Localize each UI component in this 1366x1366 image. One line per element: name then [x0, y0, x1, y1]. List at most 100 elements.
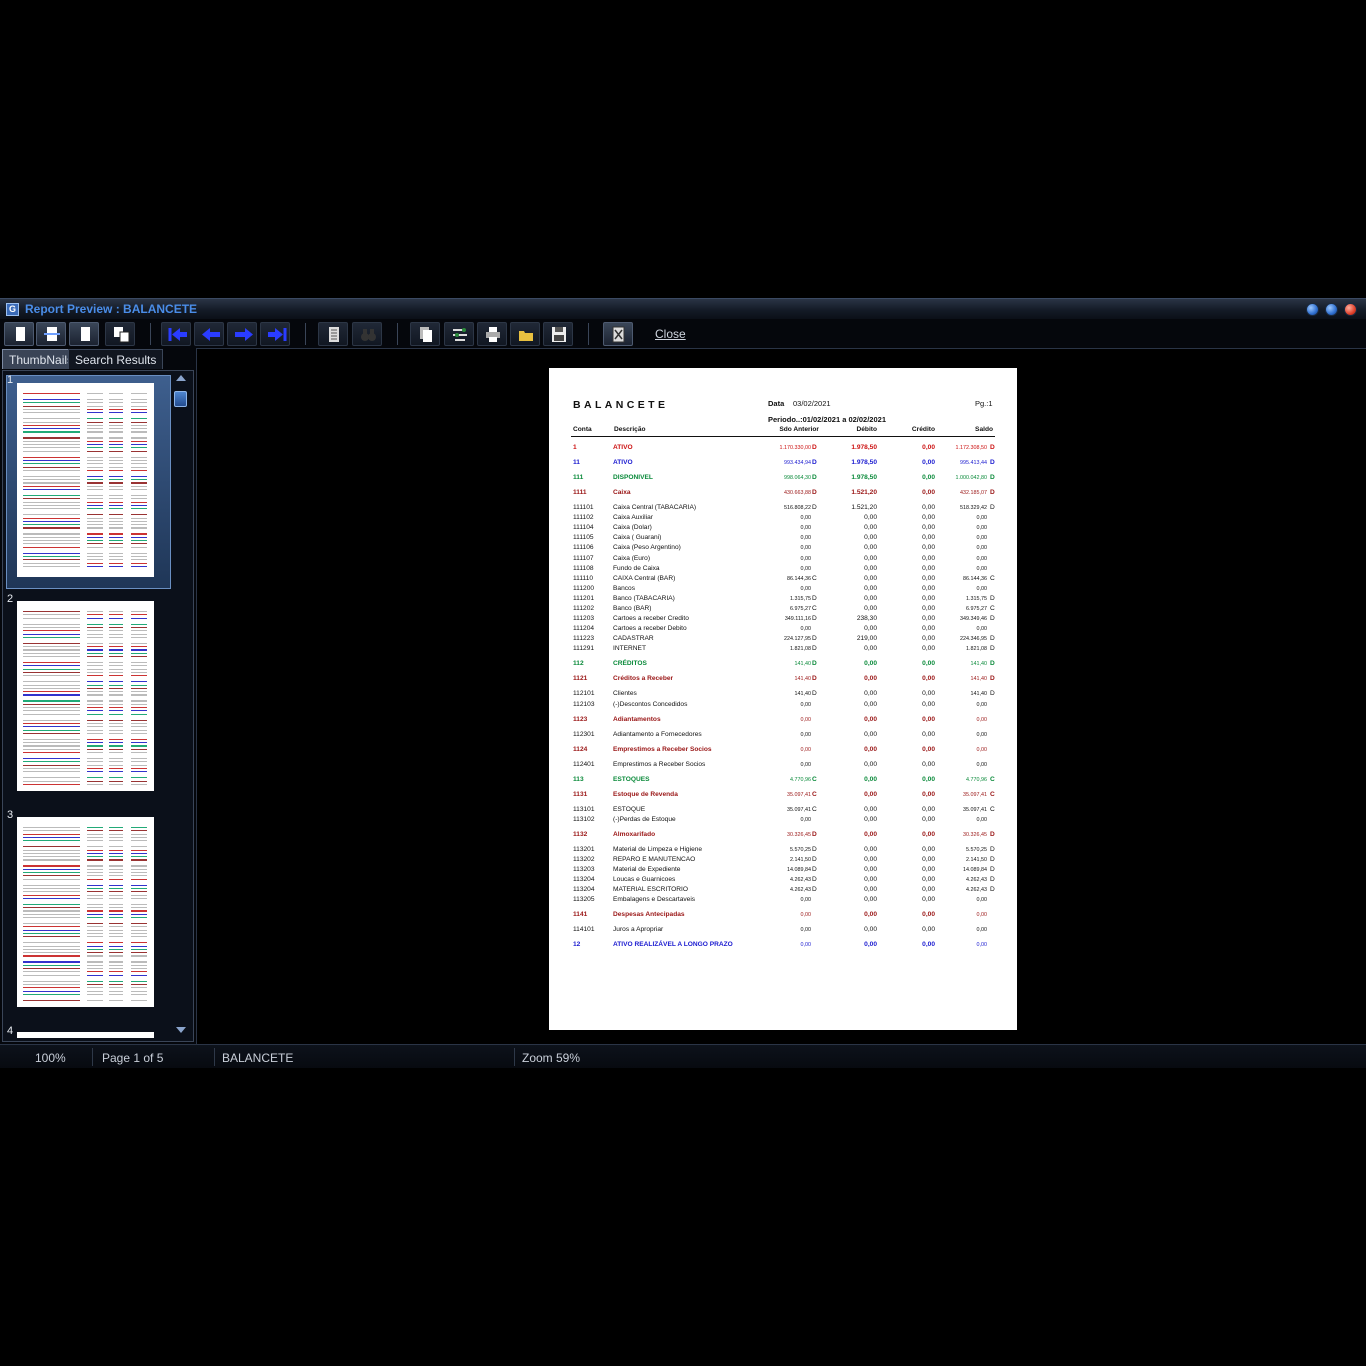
scroll-down-arrow-icon[interactable]: [176, 1027, 186, 1033]
scrollbar-thumb[interactable]: [174, 391, 187, 407]
multi-page-button[interactable]: [105, 322, 135, 346]
balance-flag: C: [990, 574, 995, 582]
fit-page-button[interactable]: [4, 322, 34, 346]
thumbnail-line: [87, 758, 103, 760]
thumbnail-line: [62, 945, 80, 947]
open-file-button[interactable]: [510, 322, 540, 346]
thumbnail-line: [23, 748, 63, 750]
thumbnail-line: [62, 964, 80, 966]
debit-value: 0,00: [864, 645, 877, 653]
account-code: 113102: [573, 815, 595, 823]
page-setup-button[interactable]: [318, 322, 348, 346]
close-link[interactable]: Close: [655, 327, 686, 341]
thumbnail-list[interactable]: 1 2 3 4: [2, 370, 194, 1042]
balance-flag: D: [990, 865, 995, 873]
thumbnail-scrollbar[interactable]: [172, 371, 190, 1041]
thumbnail-line: [23, 671, 63, 674]
report-row: 111108 Fundo de Caixa 0,00 0,00 0,00 0,00: [549, 565, 1017, 575]
thumbnail-line: [62, 936, 80, 938]
thumbnail-line: [62, 865, 80, 867]
thumbnail-line: [109, 646, 123, 648]
thumbnail-line: [109, 913, 123, 915]
thumbnail-line: [23, 840, 63, 842]
thumbnail-line: [62, 830, 80, 832]
thumbnail-line: [131, 840, 147, 842]
account-description: Caixa: [613, 489, 631, 496]
thumbnail-line: [131, 974, 147, 976]
report-row: 111203 Cartoes a receber Credito 349.111,1…: [549, 615, 1017, 625]
thumbnail-line: [131, 440, 147, 442]
thumbnail-line: [131, 748, 147, 750]
thumbnail-line: [23, 942, 63, 944]
first-page-button[interactable]: [161, 322, 191, 346]
copy-button[interactable]: [410, 322, 440, 346]
next-page-button[interactable]: [227, 322, 257, 346]
thumbnail-line: [62, 849, 80, 851]
thumbnail-line: [62, 514, 80, 516]
thumbnail-line: [131, 555, 147, 558]
previous-page-button[interactable]: [194, 322, 224, 346]
fit-width-button[interactable]: [36, 322, 66, 346]
thumbnail-line: [23, 742, 63, 744]
toolbar: Close: [0, 320, 1366, 348]
thumbnail-line: [23, 987, 63, 989]
thumbnail-line: [131, 469, 147, 471]
printer-setup-button[interactable]: [444, 322, 474, 346]
last-page-button[interactable]: [260, 322, 290, 346]
debit-value: 0,00: [864, 524, 877, 532]
thumbnail-line: [87, 875, 103, 877]
previous-balance: 0,00: [800, 912, 812, 919]
account-description: ESTOQUE: [613, 805, 646, 813]
thumbnail-line: [87, 630, 103, 632]
thumbnail-line: [23, 955, 63, 957]
exit-preview-button[interactable]: [603, 322, 633, 346]
thumbnail-line: [109, 623, 123, 625]
print-button[interactable]: [477, 322, 507, 346]
thumbnail-page-3[interactable]: [17, 817, 154, 1007]
minimize-button[interactable]: [1306, 303, 1319, 316]
thumbnail-line: [131, 466, 147, 468]
thumbnail-page-4[interactable]: [17, 1032, 154, 1038]
maximize-button[interactable]: [1325, 303, 1338, 316]
thumbnail-line: [109, 520, 123, 522]
account-code: 111203: [573, 615, 595, 623]
scroll-up-arrow-icon[interactable]: [176, 375, 186, 381]
thumbnail-line: [87, 514, 103, 516]
account-description: MATERIAL ESCRITORIO: [613, 886, 688, 893]
thumbnail-line: [131, 642, 147, 644]
thumbnail-line: [23, 646, 63, 648]
save-button[interactable]: [543, 322, 573, 346]
search-button[interactable]: [352, 322, 382, 346]
title-bar[interactable]: G Report Preview : BALANCETE: [0, 298, 1366, 319]
thumbnail-line: [23, 983, 63, 986]
thumbnail-line: [62, 675, 80, 677]
thumbnail-line: [109, 649, 123, 651]
balance-value: 141,40: [970, 661, 988, 668]
thumbnail-page-2[interactable]: [17, 601, 154, 791]
thumbnail-line: [131, 447, 147, 449]
thumbnail-line: [109, 559, 123, 561]
balance-value: 0,00: [976, 897, 988, 904]
thumbnail-line: [131, 865, 147, 867]
thumbnail-line: [109, 428, 123, 430]
thumbnail-page-1[interactable]: [17, 383, 154, 577]
debit-value: 0,00: [864, 775, 877, 783]
report-row: 112 CRÉDITOS 141,40 D 0,00 0,00 141,40 D: [549, 660, 1017, 670]
thumbnail-line: [109, 884, 123, 886]
thumbnail-line: [62, 884, 80, 886]
thumbnail-line: [23, 552, 63, 554]
balance-value: 4.770,96: [966, 776, 987, 783]
thumbnail-line: [87, 498, 103, 500]
thumbnail-line: [131, 501, 147, 503]
balance-value: 4.262,43: [966, 887, 987, 893]
report-viewer[interactable]: BALANCETE Data 03/02/2021 Pg.:1 Periodo.…: [196, 348, 1366, 1044]
thumbnail-line: [62, 665, 80, 667]
tab-search-results[interactable]: Search Results: [68, 349, 164, 369]
actual-size-button[interactable]: [69, 322, 99, 346]
balance-value: 0,00: [976, 545, 988, 552]
thumbnail-line: [23, 463, 63, 465]
status-zoom-percent: 100%: [35, 1051, 66, 1065]
thumbnail-line: [109, 929, 123, 931]
close-window-button[interactable]: [1344, 303, 1357, 316]
col-credito: Crédito: [911, 426, 935, 433]
